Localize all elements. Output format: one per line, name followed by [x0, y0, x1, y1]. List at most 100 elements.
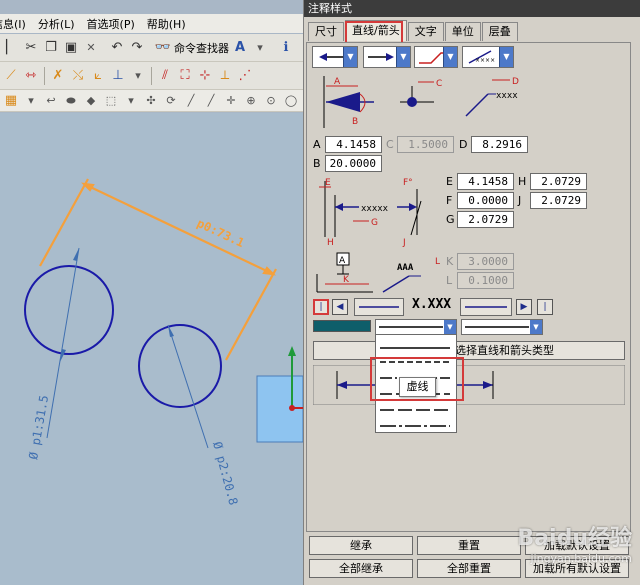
chevron-down-icon[interactable]: ▼ — [443, 47, 457, 67]
graphics-viewport[interactable]: p0:73.1 Ø p1:31.5 Ø p2:20.8 — [0, 113, 303, 585]
field-D-input[interactable]: 8.2916 — [471, 136, 528, 153]
chevron-down-icon[interactable]: ▼ — [343, 47, 357, 67]
tab-units[interactable]: 单位 — [444, 22, 481, 41]
move-icon[interactable]: ✣ — [142, 91, 160, 111]
command-finder-button[interactable]: 命令查找器 — [174, 40, 229, 56]
left-line-style-button[interactable] — [354, 298, 404, 316]
circle-2[interactable] — [138, 324, 222, 408]
reset-button[interactable]: 重置 — [417, 536, 521, 555]
info-icon[interactable]: ℹ — [277, 38, 295, 58]
svg-text:F°: F° — [403, 178, 413, 188]
left-arrow-toggle[interactable]: ◀ — [332, 299, 348, 315]
cut-icon[interactable]: ✂ — [22, 38, 40, 58]
draw-line-icon[interactable]: ╱ — [182, 91, 200, 111]
tab-lines-arrows[interactable]: 直线/箭头 — [345, 20, 407, 41]
target-icon[interactable]: ⊕ — [242, 91, 260, 111]
constraint-icon[interactable]: ⊥ — [109, 66, 127, 86]
menu-help[interactable]: 帮助(H) — [141, 16, 192, 32]
left-ext-line-toggle[interactable]: | — [313, 299, 329, 315]
redo-icon[interactable]: ↷ — [128, 38, 146, 58]
draw-line2-icon[interactable]: ╱ — [202, 91, 220, 111]
chevron-down-icon[interactable]: ▼ — [499, 47, 513, 67]
load-all-default-button[interactable]: 加载所有默认设置 — [525, 559, 629, 578]
text-style-icon[interactable]: A — [231, 38, 249, 58]
menu-info[interactable]: 信息(I) — [0, 16, 32, 32]
parallel-icon[interactable]: ⫽ — [156, 66, 174, 86]
corner-icon[interactable]: ⟀ — [89, 66, 107, 86]
select-line-arrow-type-button[interactable]: 选择直线和箭头类型 — [313, 341, 625, 360]
extend-icon[interactable]: ⤯ — [69, 66, 87, 86]
line-tool-icon[interactable]: ⟋ — [2, 66, 20, 86]
line-style-preview — [313, 365, 625, 405]
field-B-input[interactable]: 20.0000 — [325, 155, 382, 172]
chevron-down-icon[interactable]: ▾ — [129, 66, 147, 86]
box-select-icon[interactable]: ⬚ — [102, 91, 120, 111]
inherit-button[interactable]: 继承 — [309, 536, 413, 555]
field-H-input[interactable]: 2.0729 — [530, 173, 587, 190]
solid-icon[interactable]: ⬬ — [62, 91, 80, 111]
right-arrow-type-select[interactable]: ▼ — [363, 46, 411, 68]
rotate-icon[interactable]: ⟳ — [162, 91, 180, 111]
field-J-input[interactable]: 2.0729 — [530, 192, 587, 209]
binoculars-icon[interactable]: 👓 — [154, 38, 172, 58]
field-B-label: B — [313, 157, 321, 170]
trim-icon[interactable]: ✗ — [49, 66, 67, 86]
field-D-label: D — [459, 138, 468, 151]
cad-application: 信息(I) 分析(L) 首选项(P) 帮助(H) ▏ ✂ ❐ ▣ ✕ ↶ ↷ 👓… — [0, 0, 303, 585]
tab-text[interactable]: 文字 — [407, 22, 444, 41]
left-arrow-type-select[interactable]: ▼ — [312, 46, 358, 68]
snap-point-icon[interactable]: ⊙ — [262, 91, 280, 111]
dropdown-option-short-dash[interactable] — [380, 355, 450, 369]
frame-icon[interactable]: ⛶ — [176, 66, 194, 86]
arrow-right-preview-icon — [368, 53, 394, 61]
paste-icon[interactable]: ▣ — [62, 38, 80, 58]
undo-small-icon[interactable]: ↩ — [42, 91, 60, 111]
field-E-input[interactable]: 4.1458 — [457, 173, 514, 190]
svg-text:xxxx: xxxx — [496, 91, 518, 101]
svg-text:H: H — [327, 238, 334, 247]
chevron-down-icon[interactable]: ▼ — [530, 320, 542, 334]
snap-icon[interactable]: ⊹ — [196, 66, 214, 86]
menu-analysis[interactable]: 分析(L) — [32, 16, 81, 32]
left-line-type-select[interactable]: ▼ — [375, 319, 457, 335]
field-K-input: 3.0000 — [457, 253, 514, 270]
tab-stacking[interactable]: 层叠 — [481, 22, 518, 41]
field-G-input[interactable]: 2.0729 — [457, 211, 514, 228]
inherit-all-button[interactable]: 全部继承 — [309, 559, 413, 578]
right-ext-line-toggle[interactable]: | — [537, 299, 553, 315]
line-color-swatch[interactable] — [313, 320, 371, 332]
delete-icon[interactable]: ✕ — [82, 38, 100, 58]
menu-preferences[interactable]: 首选项(P) — [81, 16, 141, 32]
svg-text:D: D — [512, 77, 519, 87]
leader-diagram: A K AAA L — [316, 252, 440, 293]
chevron-down-icon[interactable]: ▼ — [444, 320, 456, 334]
load-default-button[interactable]: 加载默认设置 — [525, 536, 629, 555]
chevron-down-icon[interactable]: ▼ — [396, 47, 410, 67]
field-A-input[interactable]: 4.1458 — [325, 136, 382, 153]
leader-type-select[interactable]: ▼ — [414, 46, 458, 68]
chevron-down-icon[interactable]: ▾ — [122, 91, 140, 111]
dropdown-option-dash-dot[interactable] — [380, 419, 450, 433]
solid-line-icon — [465, 326, 529, 328]
arrow-style-select[interactable]: ×××× ▼ — [462, 46, 514, 68]
mirror-icon[interactable]: ⟂ — [216, 66, 234, 86]
right-arrow-toggle[interactable]: ▶ — [516, 299, 532, 315]
undo-icon[interactable]: ↶ — [108, 38, 126, 58]
dimension-tool-icon[interactable]: ⇿ — [22, 66, 40, 86]
dropdown-option-solid[interactable] — [380, 341, 450, 355]
copy-icon[interactable]: ❐ — [42, 38, 60, 58]
face-icon[interactable]: ◆ — [82, 91, 100, 111]
right-line-style-button[interactable] — [460, 298, 512, 316]
point-icon[interactable]: ✛ — [222, 91, 240, 111]
field-F-input[interactable]: 0.0000 — [457, 192, 514, 209]
selection-filter-icon[interactable]: ▦ — [2, 91, 20, 111]
pattern-icon[interactable]: ⋰ — [236, 66, 254, 86]
chevron-down-icon[interactable]: ▾ — [251, 38, 269, 58]
dropdown-tooltip: 虚线 — [399, 377, 436, 397]
dropdown-option-center[interactable] — [380, 403, 450, 417]
tab-dimension[interactable]: 尺寸 — [308, 22, 344, 41]
reset-all-button[interactable]: 全部重置 — [417, 559, 521, 578]
circle-snap-icon[interactable]: ◯ — [282, 91, 300, 111]
right-line-type-select[interactable]: ▼ — [461, 319, 543, 335]
chevron-down-icon[interactable]: ▾ — [22, 91, 40, 111]
